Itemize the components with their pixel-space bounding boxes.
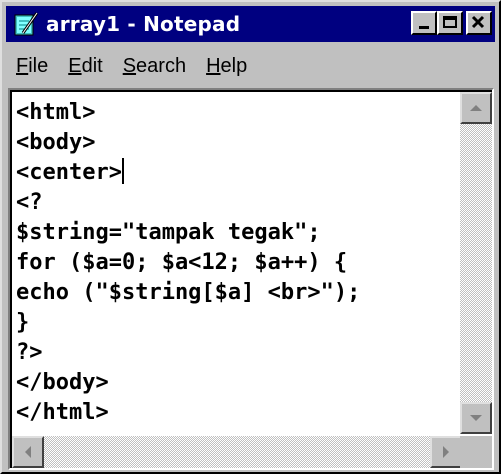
code-line: </html>: [16, 400, 109, 425]
notepad-window: array1 - Notepad File Edit Search Help <…: [0, 0, 501, 474]
size-grip: [460, 436, 492, 468]
text-caret: [121, 158, 124, 184]
notepad-icon[interactable]: [10, 10, 40, 38]
scroll-down-button[interactable]: [460, 402, 492, 434]
code-line: $string="tampak tegak";: [16, 220, 321, 245]
menu-file[interactable]: File: [6, 51, 58, 81]
maximize-icon: [443, 16, 457, 28]
text-area[interactable]: <html> <body> <center> <? $string="tampak te…: [16, 98, 464, 430]
arrow-up-icon: [470, 105, 482, 111]
scroll-right-button[interactable]: [430, 436, 462, 468]
code-line: </body>: [16, 370, 109, 395]
close-button[interactable]: [466, 11, 492, 35]
code-line: }: [16, 310, 30, 335]
arrow-down-icon: [470, 415, 482, 421]
arrow-right-icon: [443, 446, 449, 458]
minimize-icon: [419, 26, 429, 29]
code-line: <body>: [16, 130, 96, 155]
window-title: array1 - Notepad: [46, 12, 241, 36]
arrow-left-icon: [25, 446, 31, 458]
text-editor[interactable]: <html> <body> <center> <? $string="tampak te…: [8, 88, 494, 470]
code-line: echo ("$string[$a] <br>");: [16, 280, 361, 305]
code-line: ?>: [16, 340, 43, 365]
vertical-scrollbar[interactable]: [460, 92, 492, 434]
scroll-up-button[interactable]: [460, 92, 492, 124]
code-line: for ($a=0; $a<12; $a++) {: [16, 250, 348, 275]
menu-edit[interactable]: Edit: [58, 51, 112, 81]
maximize-button[interactable]: [437, 11, 463, 35]
menu-search[interactable]: Search: [113, 51, 196, 81]
minimize-button[interactable]: [411, 11, 437, 35]
code-line: <html>: [16, 100, 96, 125]
close-icon: [471, 15, 485, 29]
code-line: <?: [16, 190, 43, 215]
menu-help[interactable]: Help: [196, 51, 257, 81]
horizontal-scrollbar[interactable]: [12, 436, 462, 468]
code-line: <center>: [16, 158, 124, 185]
menu-bar: File Edit Search Help: [6, 48, 495, 84]
title-bar[interactable]: array1 - Notepad: [6, 6, 495, 42]
scroll-left-button[interactable]: [12, 436, 44, 468]
